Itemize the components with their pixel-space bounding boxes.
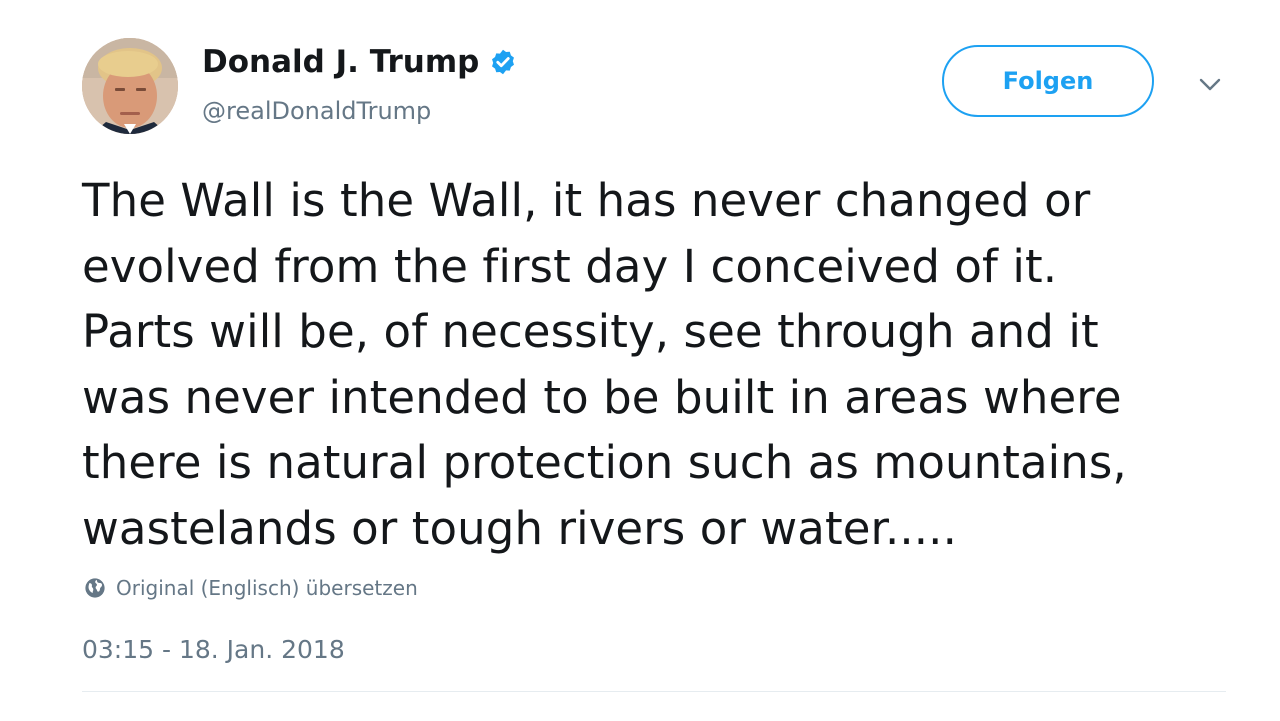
author-display-name[interactable]: Donald J. Trump (202, 42, 517, 82)
translate-label: Original (Englisch) übersetzen (116, 576, 418, 600)
tweet-text-line: wastelands or tough rivers or water..... (82, 501, 957, 555)
avatar-image (82, 38, 178, 134)
tweet-text-line: there is natural protection such as moun… (82, 436, 1127, 489)
tweet-text: The Wall is the Wall, it has never chang… (82, 168, 1242, 561)
avatar[interactable] (82, 38, 178, 134)
verified-badge-icon (492, 49, 515, 75)
tweet-text-line: was never intended to be built in areas … (82, 370, 1122, 424)
follow-button[interactable]: Folgen (942, 45, 1154, 117)
tweet-card: Donald J. Trump @realDonaldTrump Folgen … (0, 0, 1280, 721)
translate-tweet-link[interactable]: Original (Englisch) übersetzen (84, 574, 418, 602)
tweet-timestamp[interactable]: 03:15 - 18. Jan. 2018 (82, 634, 345, 666)
display-name-text: Donald J. Trump (202, 44, 480, 80)
tweet-text-line: Parts will be, of necessity, see through… (82, 305, 1099, 358)
tweet-text-line: The Wall is the Wall, it has never chang… (82, 174, 1091, 227)
tweet-text-line: evolved from the first day I conceived o… (82, 239, 1058, 293)
author-handle[interactable]: @realDonaldTrump (202, 95, 431, 127)
globe-icon (85, 578, 105, 598)
chevron-down-icon[interactable] (1196, 70, 1224, 98)
divider (82, 691, 1226, 692)
